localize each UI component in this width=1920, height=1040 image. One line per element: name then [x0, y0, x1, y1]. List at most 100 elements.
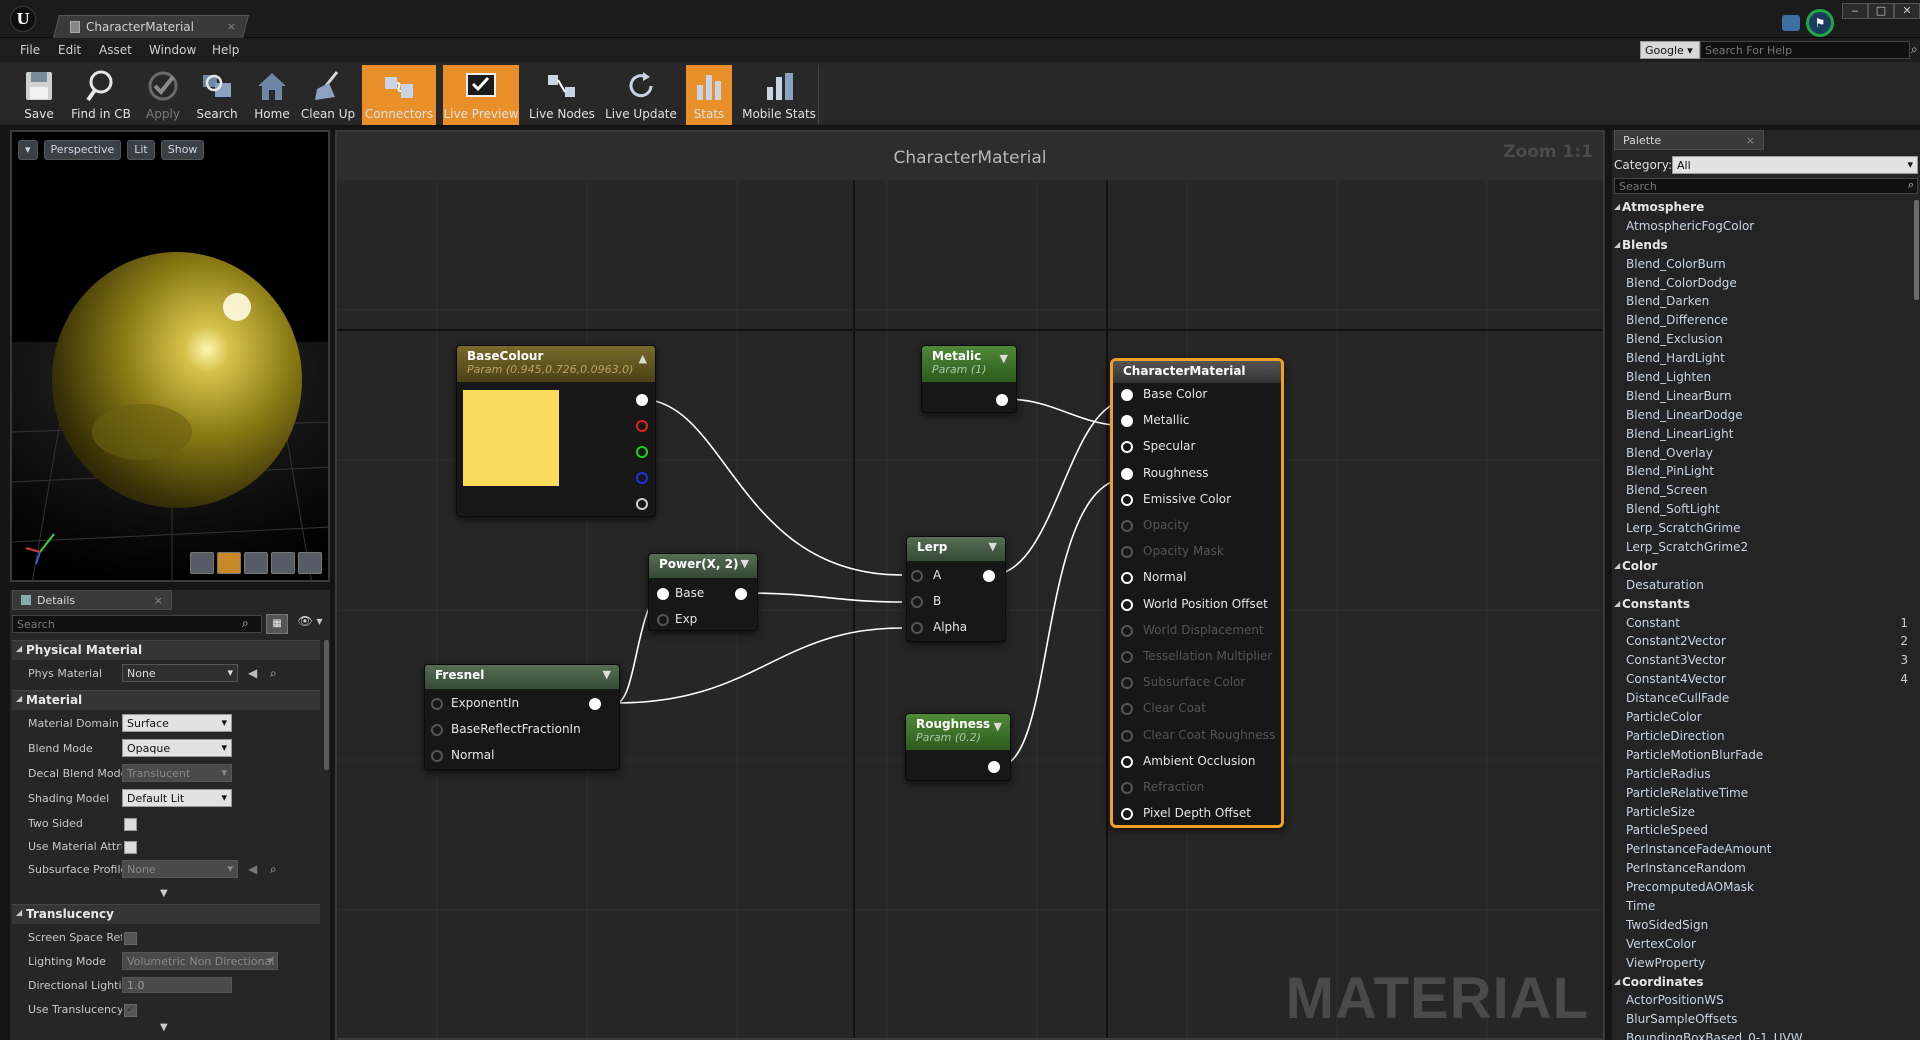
- output-pin[interactable]: [983, 570, 995, 582]
- palette-item[interactable]: Blend_Exclusion: [1612, 330, 1912, 349]
- palette-item[interactable]: ParticleRadius: [1612, 765, 1912, 784]
- result-input-pin[interactable]: [1121, 520, 1133, 532]
- menu-help[interactable]: Help: [212, 43, 239, 57]
- menu-window[interactable]: Window: [149, 43, 196, 57]
- details-tab[interactable]: Details ×: [12, 590, 172, 610]
- teapot-preview-icon[interactable]: [298, 552, 322, 574]
- palette-item[interactable]: Desaturation: [1612, 576, 1912, 595]
- node-lerp[interactable]: Lerp ▼ A B Alpha: [906, 536, 1006, 642]
- result-input-pin[interactable]: [1121, 441, 1133, 454]
- result-input-pin[interactable]: [1121, 598, 1133, 611]
- palette-item[interactable]: Blend_LinearLight: [1612, 425, 1912, 444]
- palette-item[interactable]: PerInstanceRandom: [1612, 859, 1912, 878]
- input-pin-base[interactable]: [657, 588, 669, 600]
- sphere-preview-icon[interactable]: [217, 552, 241, 574]
- material-graph[interactable]: CharacterMaterial Zoom 1:1 MATERIAL Base…: [335, 130, 1605, 1040]
- expand-arrow-icon[interactable]: ▼: [603, 668, 611, 681]
- cylinder-preview-icon[interactable]: [190, 552, 214, 574]
- details-scrollbar[interactable]: [324, 640, 329, 770]
- output-pin[interactable]: [996, 394, 1008, 406]
- palette-item[interactable]: ParticleSize: [1612, 803, 1912, 822]
- directional-lighting-intensity-input[interactable]: 1.0: [122, 977, 232, 993]
- palette-item[interactable]: Blend_Darken: [1612, 292, 1912, 311]
- input-pin-exp[interactable]: [657, 614, 669, 626]
- menu-edit[interactable]: Edit: [58, 43, 81, 57]
- palette-item[interactable]: Blend_Difference: [1612, 311, 1912, 330]
- viewport-options-button[interactable]: ▾: [18, 140, 38, 160]
- live-preview-button[interactable]: Live Preview: [443, 65, 519, 125]
- connectors-button[interactable]: Connectors: [362, 65, 436, 125]
- result-input-pin[interactable]: [1121, 808, 1133, 821]
- palette-item[interactable]: Blend_Lighten: [1612, 368, 1912, 387]
- output-pin-r[interactable]: [636, 420, 648, 432]
- material-domain-dropdown[interactable]: Surface: [122, 714, 232, 732]
- close-window-button[interactable]: ✕: [1894, 3, 1920, 19]
- mobile-stats-button[interactable]: Mobile Stats: [740, 65, 818, 125]
- save-button[interactable]: Save: [14, 65, 64, 125]
- output-pin-rgb[interactable]: [636, 394, 648, 406]
- output-pin-b[interactable]: [636, 472, 648, 484]
- palette-item[interactable]: ParticleMotionBlurFade: [1612, 746, 1912, 765]
- chat-icon[interactable]: [1782, 15, 1800, 31]
- tab-close-icon[interactable]: ×: [1746, 134, 1755, 147]
- palette-item[interactable]: PrecomputedAOMask: [1612, 878, 1912, 897]
- node-roughness[interactable]: Roughness Param (0.2) ▼: [905, 713, 1011, 781]
- perspective-button[interactable]: Perspective: [43, 140, 122, 160]
- palette-item[interactable]: Lerp_ScratchGrime2: [1612, 538, 1912, 557]
- source-control-icon[interactable]: ⚑: [1806, 9, 1834, 37]
- output-pin[interactable]: [988, 761, 1000, 773]
- palette-search-input[interactable]: Search: [1614, 178, 1918, 194]
- input-pin-a[interactable]: [911, 570, 923, 582]
- plane-preview-icon[interactable]: [244, 552, 268, 574]
- search-icon[interactable]: ⌕: [1908, 178, 1914, 192]
- palette-item[interactable]: Blend_Overlay: [1612, 444, 1912, 463]
- palette-item[interactable]: Time: [1612, 897, 1912, 916]
- live-update-button[interactable]: Live Update: [604, 65, 678, 125]
- expand-arrow-icon[interactable]: ▼: [1000, 352, 1008, 365]
- result-input-pin[interactable]: [1121, 782, 1133, 794]
- browse-search-icon[interactable]: ⌕: [270, 666, 277, 681]
- palette-group-header[interactable]: Atmosphere: [1612, 198, 1912, 217]
- property-matrix-icon[interactable]: ▦: [266, 614, 288, 634]
- palette-item[interactable]: Blend_SoftLight: [1612, 500, 1912, 519]
- palette-item[interactable]: BlurSampleOffsets: [1612, 1010, 1912, 1029]
- search-engine-dropdown[interactable]: Google ▾: [1640, 41, 1700, 59]
- collapse-arrow-icon[interactable]: ▲: [639, 352, 647, 365]
- stats-button[interactable]: Stats: [686, 65, 732, 125]
- input-pin-exponentin[interactable]: [431, 698, 443, 710]
- node-result-charactermaterial[interactable]: CharacterMaterial Base Color Metallic Spec…: [1110, 358, 1284, 828]
- subsurface-profile-picker[interactable]: None: [122, 860, 238, 878]
- screen-space-reflections-checkbox[interactable]: [124, 932, 137, 945]
- category-dropdown[interactable]: All: [1672, 156, 1918, 174]
- palette-item[interactable]: BoundingBoxBased_0-1_UVW: [1612, 1029, 1912, 1040]
- palette-group-header[interactable]: Constants: [1612, 595, 1912, 614]
- palette-item[interactable]: ParticleSpeed: [1612, 821, 1912, 840]
- search-button[interactable]: Search: [192, 65, 242, 125]
- palette-item[interactable]: VertexColor: [1612, 935, 1912, 954]
- lighting-mode-dropdown[interactable]: Volumetric Non Directional: [122, 952, 278, 970]
- palette-item[interactable]: PerInstanceFadeAmount: [1612, 840, 1912, 859]
- maximize-button[interactable]: □: [1868, 3, 1894, 19]
- clean-up-button[interactable]: Clean Up: [300, 65, 356, 125]
- palette-item[interactable]: Constant4Vector 4: [1612, 670, 1912, 689]
- document-tab[interactable]: CharacterMaterial ×: [56, 15, 246, 38]
- palette-item[interactable]: Blend_LinearDodge: [1612, 406, 1912, 425]
- palette-item[interactable]: Constant 1: [1612, 614, 1912, 633]
- search-icon[interactable]: ⌕: [1911, 42, 1918, 57]
- result-input-pin[interactable]: [1121, 624, 1133, 637]
- two-sided-checkbox[interactable]: [124, 818, 137, 831]
- palette-item[interactable]: ParticleColor: [1612, 708, 1912, 727]
- result-input-pin[interactable]: [1121, 415, 1133, 428]
- browse-search-icon[interactable]: ⌕: [270, 862, 277, 877]
- palette-item[interactable]: TwoSidedSign: [1612, 916, 1912, 935]
- palette-item[interactable]: Blend_HardLight: [1612, 349, 1912, 368]
- cube-preview-icon[interactable]: [271, 552, 295, 574]
- apply-button[interactable]: Apply: [140, 65, 186, 125]
- input-pin-alpha[interactable]: [911, 622, 923, 634]
- node-metallic[interactable]: Metalic Param (1) ▼: [921, 345, 1017, 413]
- result-input-pin[interactable]: [1121, 493, 1133, 506]
- palette-item[interactable]: ActorPositionWS: [1612, 991, 1912, 1010]
- result-input-pin[interactable]: [1121, 572, 1133, 585]
- use-translucency-vertex-fog-checkbox[interactable]: [124, 1002, 137, 1017]
- palette-item[interactable]: Blend_Screen: [1612, 481, 1912, 500]
